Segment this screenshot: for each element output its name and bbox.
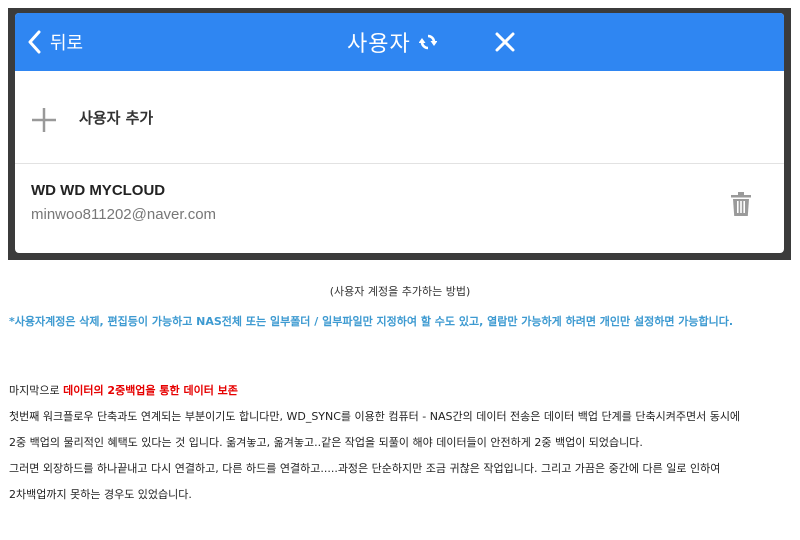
sync-icon[interactable] [418,33,437,51]
add-user-label: 사용자 추가 [79,109,154,127]
back-chevron-icon [28,30,41,54]
intro-highlight: 데이터의 2중백업을 통한 데이터 보존 [63,384,238,397]
trash-icon[interactable] [731,192,751,216]
page-title-text: 사용자 [347,32,411,57]
close-icon[interactable] [493,30,517,54]
back-button[interactable]: 뒤로 [27,26,83,58]
back-label: 뒤로 [50,33,84,54]
user-list-item[interactable]: WD WD MYCLOUD minwoo811202@naver.com [15,164,784,253]
add-user-button[interactable]: 사용자 추가 [15,71,784,164]
body-line: 그러면 외장하드를 하나끝내고 다시 연결하고, 다른 하드를 연결하고....… [9,462,721,475]
body-line: 2중 백업의 물리적인 혜택도 있다는 것 입니다. 옮겨놓고, 옮겨놓고..같… [9,436,643,449]
user-management-panel: 뒤로 사용자 사용자 추가 WD WD MYCLOUD minwoo811202… [15,13,784,253]
user-name: WD WD MYCLOUD [31,182,166,199]
app-screenshot: 뒤로 사용자 사용자 추가 WD WD MYCLOUD minwoo811202… [8,8,791,260]
plus-icon [32,108,56,132]
header-bar: 뒤로 사용자 [15,13,784,71]
body-line: 2차백업까지 못하는 경우도 있었습니다. [9,488,192,501]
user-email: minwoo811202@naver.com [31,206,217,223]
image-caption: (사용자 계정을 추가하는 방법) [329,285,471,298]
intro-prefix: 마지막으로 [9,384,64,397]
note-text: *사용자계정은 삭제, 편집등이 가능하고 NAS전체 또는 일부폴더 / 일부… [9,315,734,328]
body-line: 첫번째 워크플로우 단축과도 연계되는 부분이기도 합니다만, WD_SYNC를… [9,410,741,423]
intro-paragraph: 마지막으로 데이터의 2중백업을 통한 데이터 보존 [9,382,238,398]
page-title: 사용자 [347,25,437,59]
